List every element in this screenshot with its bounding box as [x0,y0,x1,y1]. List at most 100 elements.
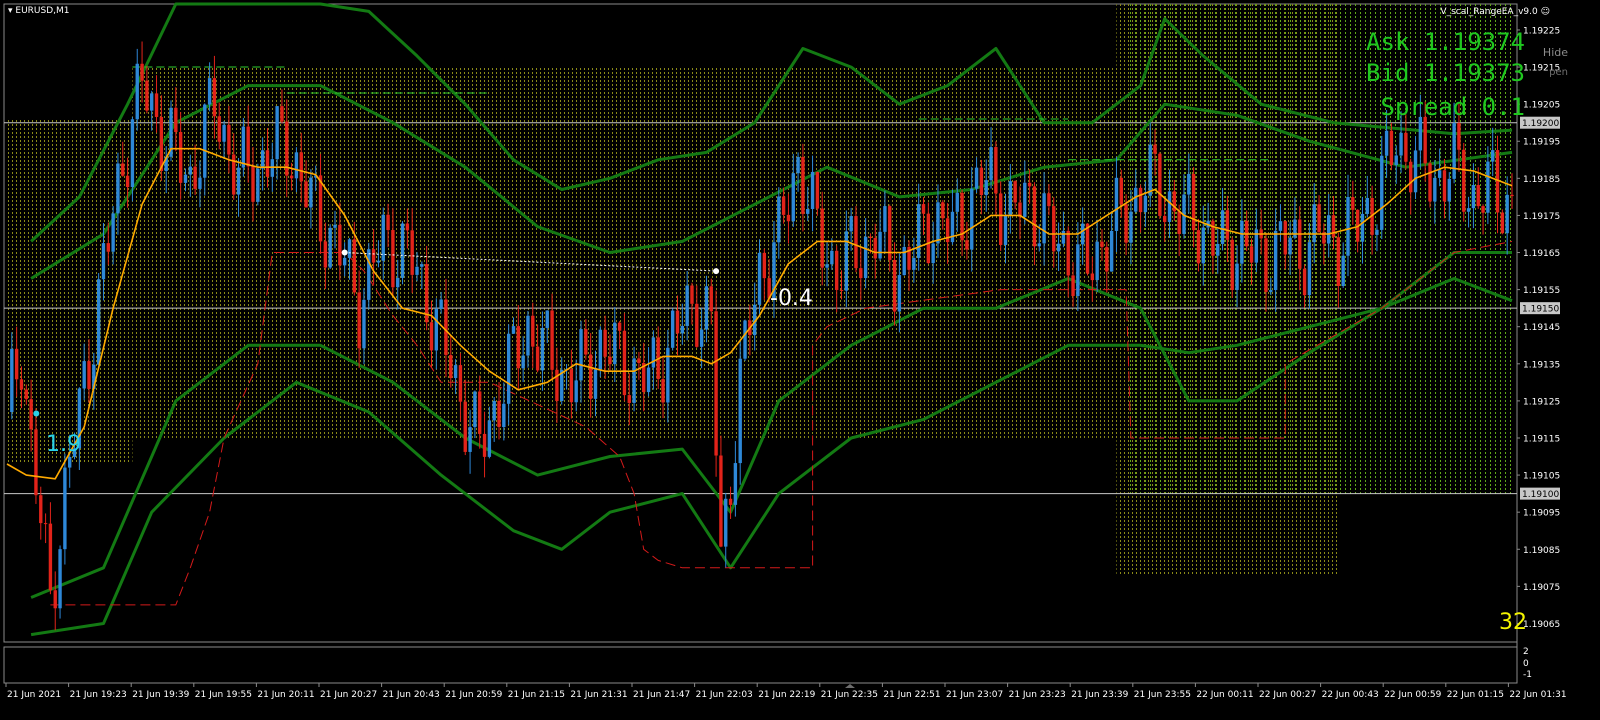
y-tick-label: 1.19185 [1523,175,1560,185]
candle-body [256,168,260,202]
candle-body [140,63,144,81]
candle-body [1302,268,1307,296]
candle-body [241,126,246,168]
candle-body [695,303,699,347]
candle-body [781,196,786,215]
x-tick-label: 21 Jun 22:03 [696,690,753,700]
x-tick-label: 21 Jun 21:47 [633,690,690,700]
candle-body [704,286,709,330]
bid-readout: Bid 1.19373 [1366,59,1525,87]
y-tick-label: 1.19065 [1523,620,1560,630]
candle-body [101,243,106,280]
candle-body [873,237,877,259]
x-tick-label: 21 Jun 20:59 [445,690,502,700]
symbol-label[interactable]: ▾ EURUSD,M1 [8,6,70,16]
trade-entry-marker [341,249,348,256]
x-tick-label: 22 Jun 00:27 [1259,690,1316,700]
candle-body [897,275,902,312]
candle-body [236,167,241,195]
ea-label[interactable]: V_scal_RangeEA_v9.0 ☺ [1440,7,1550,17]
candle-body [839,289,844,291]
candle-body [670,310,675,348]
candle-body [289,175,294,179]
candle-body [1138,187,1143,213]
candle-body [1336,237,1341,287]
candle-body [965,240,969,250]
dropdown-arrow-icon[interactable]: ▾ [8,6,13,16]
candle-body [762,252,767,279]
smiley-icon: ☺ [1540,7,1550,17]
candle-body [150,93,154,111]
candle-body [280,106,284,122]
candle-body [859,268,863,279]
candle-body [1365,197,1369,214]
candle-body [323,241,328,268]
candle-body [531,315,535,347]
candle-body [868,236,873,238]
candle-body [1163,215,1167,222]
candle-body [757,252,762,305]
candle-body [1056,243,1061,252]
pen-label[interactable]: pen [1549,67,1568,78]
candle-body [1027,182,1032,187]
candle-body [1013,181,1017,203]
subwindow-tick-label: 0 [1523,659,1529,669]
candle-body [724,498,728,547]
candle-body [1066,230,1070,276]
hide-button[interactable]: Hide [1543,46,1568,59]
candle-body [931,243,935,264]
indicator-subwindow-frame [3,646,1518,684]
candle-body [1191,173,1196,231]
candle-body [429,322,434,351]
candle-body [1505,194,1509,234]
candle-body [598,329,603,370]
candle-body [506,333,511,404]
candle-body [622,330,627,396]
candle-body [830,250,834,265]
y-tick-label: 1.19175 [1523,212,1560,222]
candle-body [1061,230,1066,244]
candle-body [34,429,38,496]
candle-body [796,156,800,174]
candle-body [449,355,453,379]
x-tick-label: 22 Jun 00:11 [1196,690,1253,700]
candle-body [1071,275,1075,297]
candle-body [400,223,405,278]
candle-body [24,389,28,400]
price-chart[interactable]: 1.192001.191501.19100 1.192251.192151.19… [0,0,1600,720]
candle-body [43,523,48,525]
ask-readout: Ask 1.19374 [1366,28,1525,56]
candle-body [130,119,135,187]
candle-body [1298,219,1302,269]
candle-body [1384,130,1389,156]
candle-body [357,292,361,349]
candle-body [1201,227,1205,264]
candle-body [912,257,916,270]
x-tick-label: 21 Jun 2021 [7,690,61,700]
candle-body [125,175,130,187]
candle-body [550,310,554,370]
x-tick-label: 21 Jun 19:23 [70,690,127,700]
candle-body [371,249,376,263]
candle-body [627,395,631,403]
candle-body [487,420,492,457]
candle-body [584,329,588,355]
subwindow-tick-label: 2 [1523,647,1529,657]
level-tag: 1.19100 [1522,490,1559,500]
candle-body [68,457,72,468]
candle-body [979,167,984,196]
candle-body [526,315,530,356]
scroll-marker-icon[interactable] [845,684,855,688]
candle-body [1037,243,1041,247]
y-tick-label: 1.19205 [1523,101,1560,111]
candle-body [709,286,713,312]
candle-body [420,264,424,267]
candle-body [222,124,226,142]
candle-body [1100,241,1104,248]
annotation-profit-2: -0.4 [770,286,813,311]
candle-body [646,367,651,393]
candle-body [1462,149,1466,212]
candle-body [974,167,979,189]
candle-body [188,166,192,175]
candle-body [685,285,689,326]
